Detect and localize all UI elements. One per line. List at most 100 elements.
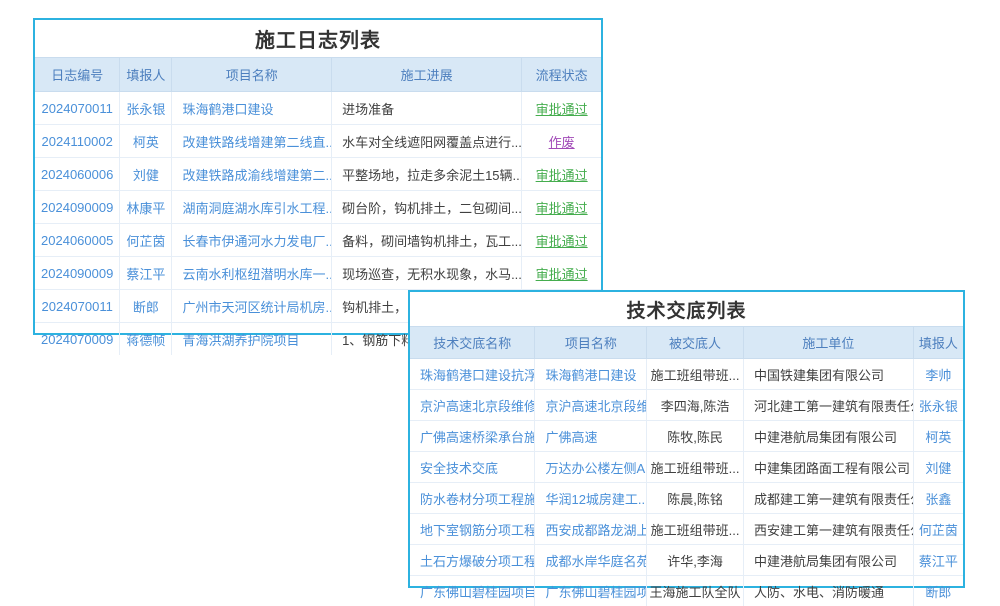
cell-text-progress: 进场准备 bbox=[342, 102, 394, 117]
cell-link-reporter[interactable]: 刘健 bbox=[925, 461, 951, 476]
cell-text-unit: 中建集团路面工程有限公司 bbox=[754, 461, 910, 476]
cell-link-name[interactable]: 防水卷材分项工程施... bbox=[420, 492, 535, 507]
table-cell-reporter: 刘健 bbox=[913, 452, 963, 483]
table-cell-unit: 中建集团路面工程有限公司 bbox=[743, 452, 913, 483]
table-cell-status: 审批通过 bbox=[522, 92, 601, 125]
status-badge[interactable]: 审批通过 bbox=[536, 201, 588, 216]
cell-text-unit: 人防、水电、消防暖通 bbox=[754, 585, 884, 600]
cell-text-progress: 砌台阶，钩机排土，二包砌间... bbox=[342, 201, 522, 216]
table-cell-project: 广州市天河区统计局机房... bbox=[172, 290, 332, 323]
table-cell-logNo: 2024070009 bbox=[35, 323, 120, 356]
cell-link-project[interactable]: 湖南洞庭湖水库引水工程... bbox=[182, 201, 331, 216]
cell-link-name[interactable]: 京沪高速北京段维修... bbox=[420, 399, 535, 414]
status-badge[interactable]: 作废 bbox=[549, 135, 575, 150]
cell-link-reporter[interactable]: 断郎 bbox=[925, 585, 951, 600]
table-row: 2024090009 蔡江平 云南水利枢纽潜明水库一... 现场巡查，无积水现象，水马… bbox=[35, 257, 601, 290]
status-badge[interactable]: 审批通过 bbox=[536, 102, 588, 117]
cell-link-reporter[interactable]: 何芷茵 bbox=[919, 523, 958, 538]
cell-link-project[interactable]: 珠海鹤港口建设 bbox=[182, 102, 273, 117]
cell-link-logNo[interactable]: 2024060005 bbox=[41, 233, 113, 248]
cell-text-person: 施工班组带班... bbox=[651, 461, 740, 476]
column-header-reporter: 填报人 bbox=[120, 58, 172, 92]
table-cell-status: 审批通过 bbox=[522, 224, 601, 257]
table-cell-name: 土石方爆破分项工程... bbox=[410, 545, 535, 576]
cell-text-unit: 河北建工第一建筑有限责任公司 bbox=[754, 399, 913, 414]
table-cell-unit: 中国铁建集团有限公司 bbox=[743, 359, 913, 390]
column-header-person: 被交底人 bbox=[647, 327, 744, 359]
cell-link-project[interactable]: 西安成都路龙湖上... bbox=[545, 523, 646, 538]
table-cell-project: 长春市伊通河水力发电厂... bbox=[172, 224, 332, 257]
cell-link-logNo[interactable]: 2024110002 bbox=[42, 134, 113, 149]
cell-link-logNo[interactable]: 2024070011 bbox=[42, 101, 113, 116]
tech-disclosure-title: 技术交底列表 bbox=[410, 292, 963, 326]
cell-link-reporter[interactable]: 何芷茵 bbox=[126, 234, 165, 249]
table-cell-person: 陈晨,陈铭 bbox=[647, 483, 744, 514]
cell-text-progress: 平整场地，拉走多余泥土15辆... bbox=[342, 168, 522, 183]
table-cell-project: 云南水利枢纽潜明水库一... bbox=[172, 257, 332, 290]
table-cell-unit: 西安建工第一建筑有限责任公司 bbox=[743, 514, 913, 545]
status-badge[interactable]: 审批通过 bbox=[536, 267, 588, 282]
cell-link-logNo[interactable]: 2024090009 bbox=[41, 266, 113, 281]
cell-link-reporter[interactable]: 李帅 bbox=[925, 368, 951, 383]
cell-text-unit: 西安建工第一建筑有限责任公司 bbox=[754, 523, 913, 538]
table-cell-name: 地下室钢筋分项工程... bbox=[410, 514, 535, 545]
cell-link-reporter[interactable]: 张永银 bbox=[126, 102, 165, 117]
cell-link-project[interactable]: 广东佛山碧桂园项目 bbox=[545, 585, 646, 600]
table-cell-person: 王海施工队全队 bbox=[647, 576, 744, 606]
cell-link-project[interactable]: 珠海鹤港口建设 bbox=[545, 368, 636, 383]
cell-link-project[interactable]: 长春市伊通河水力发电厂... bbox=[182, 234, 331, 249]
cell-link-reporter[interactable]: 林康平 bbox=[126, 201, 165, 216]
cell-link-reporter[interactable]: 刘健 bbox=[133, 168, 159, 183]
cell-text-progress: 现场巡查，无积水现象，水马... bbox=[342, 267, 522, 282]
cell-link-logNo[interactable]: 2024090009 bbox=[41, 200, 113, 215]
cell-link-project[interactable]: 改建铁路线增建第二线直... bbox=[182, 135, 331, 150]
table-cell-unit: 中建港航局集团有限公司 bbox=[743, 545, 913, 576]
cell-link-name[interactable]: 土石方爆破分项工程... bbox=[420, 554, 535, 569]
cell-link-project[interactable]: 成都水岸华庭名苑... bbox=[545, 554, 646, 569]
cell-text-unit: 成都建工第一建筑有限责任公司 bbox=[754, 492, 913, 507]
cell-link-project[interactable]: 云南水利枢纽潜明水库一... bbox=[182, 267, 331, 282]
cell-link-logNo[interactable]: 2024060006 bbox=[41, 167, 113, 182]
cell-link-project[interactable]: 广佛高速 bbox=[545, 430, 597, 445]
cell-link-name[interactable]: 广东佛山碧桂园项目... bbox=[420, 585, 535, 600]
cell-link-name[interactable]: 珠海鹤港口建设抗浮... bbox=[420, 368, 535, 383]
table-cell-reporter: 蒋德帧 bbox=[120, 323, 172, 356]
cell-link-project[interactable]: 万达办公楼左侧A... bbox=[545, 461, 646, 476]
status-badge[interactable]: 审批通过 bbox=[536, 168, 588, 183]
cell-link-project[interactable]: 改建铁路成渝线增建第二... bbox=[182, 168, 331, 183]
table-cell-project: 京沪高速北京段维修 bbox=[535, 390, 647, 421]
table-cell-reporter: 何芷茵 bbox=[913, 514, 963, 545]
cell-link-reporter[interactable]: 张永银 bbox=[919, 399, 958, 414]
cell-link-project[interactable]: 京沪高速北京段维修 bbox=[545, 399, 646, 414]
cell-link-reporter[interactable]: 蔡江平 bbox=[126, 267, 165, 282]
cell-text-progress: 水车对全线遮阳网覆盖点进行... bbox=[342, 135, 522, 150]
table-row: 地下室钢筋分项工程...西安成都路龙湖上...施工班组带班...西安建工第一建筑… bbox=[410, 514, 963, 545]
construction-log-panel: 施工日志列表 日志编号填报人项目名称施工进展流程状态2024070011张永银珠… bbox=[33, 18, 603, 335]
table-cell-progress: 进场准备 bbox=[332, 92, 522, 125]
cell-link-reporter[interactable]: 蔡江平 bbox=[919, 554, 958, 569]
cell-link-name[interactable]: 安全技术交底 bbox=[420, 461, 498, 476]
column-header-name: 技术交底名称 bbox=[410, 327, 535, 359]
cell-text-person: 王海施工队全队 bbox=[650, 585, 741, 600]
table-cell-status: 作废 bbox=[522, 125, 601, 158]
cell-link-reporter[interactable]: 柯英 bbox=[925, 430, 951, 445]
table-row: 防水卷材分项工程施... 华润12城房建工...陈晨,陈铭成都建工第一建筑有限责任… bbox=[410, 483, 963, 514]
status-badge[interactable]: 审批通过 bbox=[536, 234, 588, 249]
cell-link-logNo[interactable]: 2024070011 bbox=[42, 299, 113, 314]
cell-link-name[interactable]: 广佛高速桥梁承台施... bbox=[420, 430, 535, 445]
table-cell-name: 珠海鹤港口建设抗浮... bbox=[410, 359, 535, 390]
table-cell-reporter: 张永银 bbox=[913, 390, 963, 421]
table-cell-progress: 现场巡查，无积水现象，水马... bbox=[332, 257, 522, 290]
cell-link-reporter[interactable]: 蒋德帧 bbox=[126, 333, 165, 348]
cell-link-project[interactable]: 华润12城房建工... bbox=[545, 492, 646, 507]
cell-link-name[interactable]: 地下室钢筋分项工程... bbox=[420, 523, 535, 538]
table-cell-project: 西安成都路龙湖上... bbox=[535, 514, 647, 545]
table-row: 京沪高速北京段维修...京沪高速北京段维修李四海,陈浩河北建工第一建筑有限责任公… bbox=[410, 390, 963, 421]
table-cell-name: 广东佛山碧桂园项目... bbox=[410, 576, 535, 606]
cell-link-project[interactable]: 广州市天河区统计局机房... bbox=[182, 300, 331, 315]
cell-link-reporter[interactable]: 断郎 bbox=[133, 300, 159, 315]
cell-link-reporter[interactable]: 张鑫 bbox=[925, 492, 951, 507]
cell-link-reporter[interactable]: 柯英 bbox=[133, 135, 159, 150]
cell-link-project[interactable]: 青海洪湖养护院项目 bbox=[182, 333, 299, 348]
cell-link-logNo[interactable]: 2024070009 bbox=[41, 332, 113, 347]
